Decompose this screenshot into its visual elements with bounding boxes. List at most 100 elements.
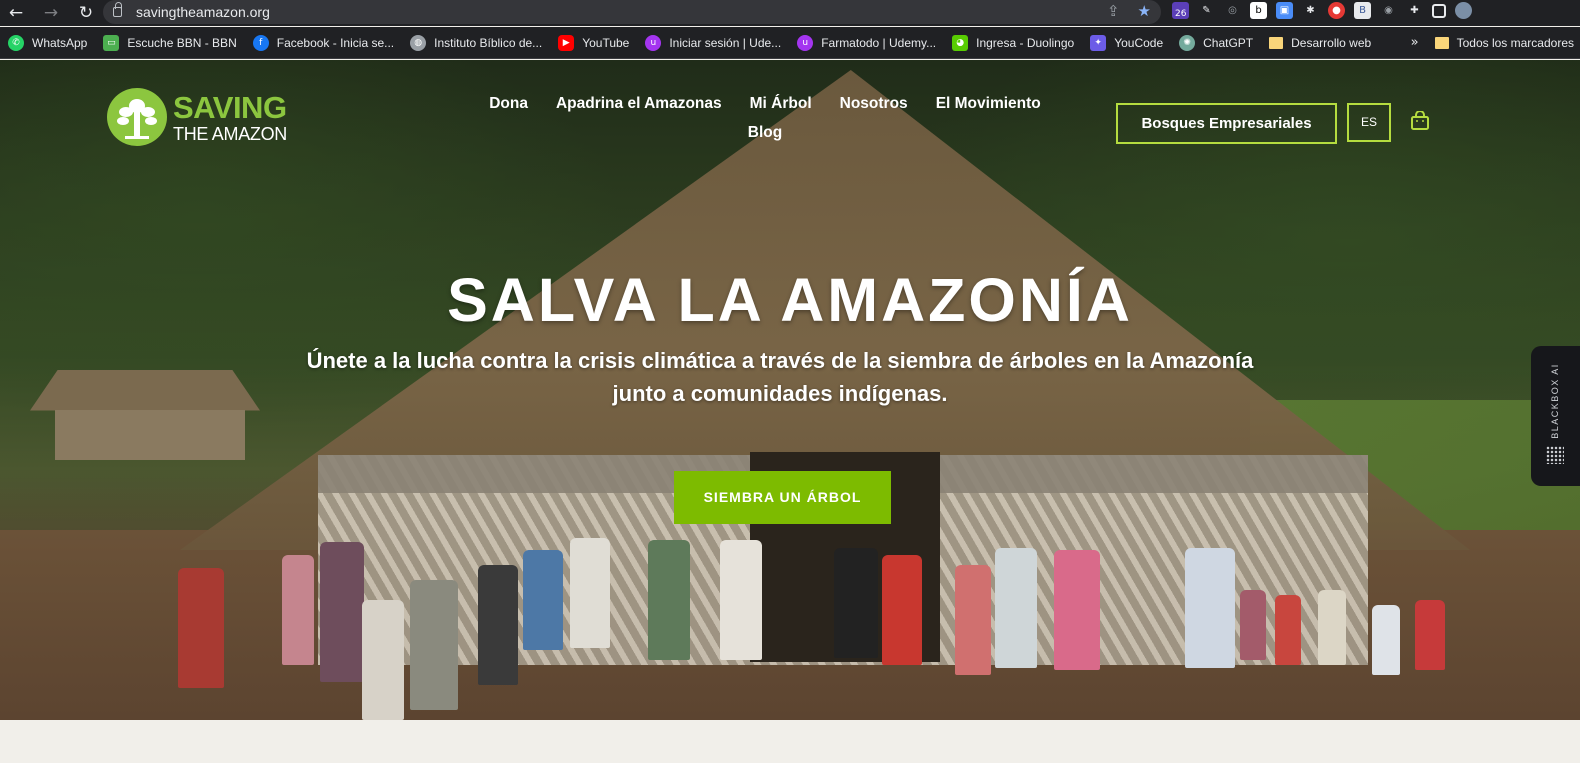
nav-blog[interactable]: Blog (748, 118, 782, 147)
puzzle-icon[interactable]: ✚ (1406, 2, 1423, 19)
blackbox-ai-label: BLACKBOX AI (1550, 363, 1560, 439)
bookmark-label: YouTube (582, 35, 630, 50)
bookmark-label: Escuche BBN - BBN (127, 35, 237, 50)
plant-tree-button[interactable]: SIEMBRA UN ÁRBOL (674, 471, 891, 524)
radio-icon: ▭ (103, 34, 120, 51)
corporate-forests-button[interactable]: Bosques Empresariales (1116, 103, 1337, 144)
hero-person (478, 565, 518, 685)
all-bookmarks-button[interactable]: Todos los marcadores (1434, 35, 1574, 50)
nav-apadrina[interactable]: Apadrina el Amazonas (556, 89, 722, 118)
all-bookmarks-label: Todos los marcadores (1456, 35, 1574, 50)
bookmark-item[interactable]: ▭ Escuche BBN - BBN (103, 34, 237, 51)
bookmark-label: Iniciar sesión | Ude... (669, 35, 782, 50)
udemy-icon: u (797, 34, 814, 51)
globe-icon: ◍ (410, 34, 427, 51)
eyedropper-icon[interactable]: ✎ (1198, 2, 1215, 19)
bookmark-label: ChatGPT (1203, 35, 1254, 50)
shopping-bag-icon[interactable] (1410, 110, 1430, 130)
hero-person (362, 600, 404, 720)
folder-icon (1269, 36, 1284, 49)
bookmark-label: Ingresa - Duolingo (976, 35, 1075, 50)
bookmarks-bar: ✆ WhatsApp ▭ Escuche BBN - BBN f Facebook -… (0, 27, 1580, 59)
logo-line1: SAVING (173, 89, 287, 125)
share-icon[interactable]: ⇪ (1107, 2, 1120, 20)
extension-icon[interactable]: ◎ (1224, 2, 1241, 19)
bookmark-item[interactable]: ▶ YouTube (558, 34, 630, 51)
extension-badge-count: 26 (1175, 9, 1187, 19)
extension-icon[interactable]: ◉ (1380, 2, 1397, 19)
more-bookmarks-button[interactable]: » (1411, 35, 1419, 50)
bookmark-item[interactable]: ✺ ChatGPT (1179, 34, 1254, 51)
hero-person (320, 542, 364, 682)
bookmark-star-icon[interactable]: ★ (1138, 2, 1151, 20)
nav-dona[interactable]: Dona (489, 89, 528, 118)
bookmark-item[interactable]: Desarrollo web (1269, 36, 1371, 50)
bookmark-item[interactable]: ◕ Ingresa - Duolingo (952, 34, 1075, 51)
extension-icon[interactable]: b (1250, 2, 1267, 19)
hero-person (834, 548, 878, 658)
nav-mi-arbol[interactable]: Mi Árbol (750, 89, 812, 118)
hero-person (995, 548, 1037, 668)
hero-person (570, 538, 610, 648)
gear-icon[interactable]: ✱ (1302, 2, 1319, 19)
hero-person (523, 550, 563, 650)
hero-title: SALVA LA AMAZONÍA (447, 266, 1133, 334)
folder-icon (1434, 36, 1449, 49)
hero-person (282, 555, 314, 665)
hero-person (1054, 550, 1100, 670)
address-bar[interactable]: savingtheamazon.org ⇪ ★ (103, 0, 1161, 24)
bookmark-item[interactable]: ✆ WhatsApp (8, 34, 88, 51)
facebook-icon: f (252, 34, 269, 51)
nav-movimiento[interactable]: El Movimiento (936, 89, 1041, 118)
hero-person (648, 540, 690, 660)
bookmark-item[interactable]: ✦ YouCode (1090, 34, 1164, 51)
extension-icon[interactable]: ● (1328, 2, 1345, 19)
bookmark-item[interactable]: u Iniciar sesión | Ude... (645, 34, 782, 51)
site-logo[interactable]: SAVING THE AMAZON (107, 88, 287, 146)
avatar[interactable] (1455, 2, 1472, 19)
whatsapp-icon: ✆ (8, 34, 24, 51)
hero-person (720, 540, 762, 660)
reload-icon[interactable]: ↻ (73, 2, 99, 24)
lock-icon (113, 2, 122, 17)
nav-nosotros[interactable]: Nosotros (840, 89, 908, 118)
tree-icon (107, 88, 167, 146)
bookmark-item[interactable]: ◍ Instituto Bíblico de... (410, 34, 543, 51)
bookmark-label: Instituto Bíblico de... (434, 35, 543, 50)
browser-toolbar: ← → ↻ savingtheamazon.org ⇪ ★ 26 ✎ ◎ b ▣… (0, 0, 1580, 26)
hero-person (1318, 590, 1346, 665)
youcode-icon: ✦ (1090, 34, 1107, 51)
hero-person (1415, 600, 1445, 670)
bookmark-label: YouCode (1114, 35, 1164, 50)
hero-small-hut-wall (55, 410, 245, 460)
hero-person (178, 568, 224, 688)
blackbox-dots-icon (1546, 446, 1564, 464)
blackbox-ai-widget[interactable]: BLACKBOX AI (1531, 346, 1580, 486)
language-selector[interactable]: ES (1347, 103, 1391, 142)
chatgpt-icon: ✺ (1179, 34, 1196, 51)
hero-person (1240, 590, 1266, 660)
bookmark-label: WhatsApp (32, 35, 88, 50)
hero-person (1185, 548, 1235, 668)
hero-person (955, 565, 991, 675)
main-navigation: Dona Apadrina el Amazonas Mi Árbol Nosotros… (440, 89, 1090, 147)
duolingo-icon: ◕ (952, 34, 969, 51)
hero-person (882, 555, 922, 665)
extension-badge-icon[interactable]: 26 (1172, 2, 1189, 19)
extension-icon[interactable]: ▣ (1276, 2, 1293, 19)
bookmark-item[interactable]: u Farmatodo | Udemy... (797, 34, 937, 51)
forward-icon[interactable]: → (38, 2, 64, 24)
logo-line2: THE AMAZON (173, 123, 288, 144)
bookmark-item[interactable]: f Facebook - Inicia se... (252, 34, 395, 51)
youtube-icon: ▶ (558, 34, 575, 51)
udemy-icon: u (645, 34, 662, 51)
bookmark-label: Farmatodo | Udemy... (821, 35, 937, 50)
hero-person (1372, 605, 1400, 675)
extensions-bar: 26 ✎ ◎ b ▣ ✱ ● B ◉ ✚ (1172, 2, 1472, 19)
extension-icon[interactable]: B (1354, 2, 1371, 19)
sidepanel-icon[interactable] (1432, 3, 1446, 18)
back-icon[interactable]: ← (3, 2, 29, 24)
hero-person (1275, 595, 1301, 665)
hero-person (410, 580, 458, 710)
bookmark-label: Facebook - Inicia se... (276, 35, 395, 50)
